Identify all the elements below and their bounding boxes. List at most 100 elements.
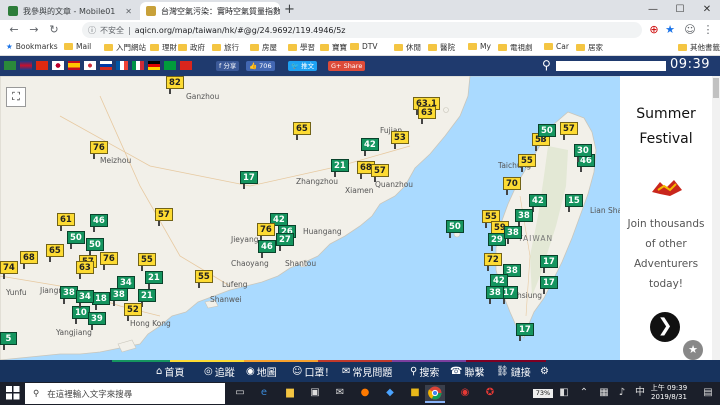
search-icon[interactable]: ⚲ — [542, 58, 551, 72]
bookmark-item[interactable]: 入門網站 — [104, 42, 146, 53]
aqi-station-marker[interactable]: 42 — [529, 194, 547, 212]
back-button[interactable]: ← — [6, 22, 22, 38]
aqi-station-marker[interactable]: 38 — [504, 226, 522, 244]
flag-brazil-icon[interactable] — [164, 61, 176, 70]
taskbar-clock[interactable]: 上午 09:39 2019/8/31 — [649, 384, 689, 402]
nav-follow[interactable]: ◎ 追蹤 — [204, 360, 235, 382]
flag-korea-icon[interactable] — [84, 61, 96, 70]
aqi-station-marker[interactable]: 27 — [276, 233, 294, 251]
bookmark-item[interactable]: 居家 — [576, 42, 603, 53]
aqi-station-marker[interactable]: 21 — [138, 289, 156, 307]
bookmark-item[interactable]: 休閒 — [394, 42, 421, 53]
aqi-station-marker[interactable]: 82 — [166, 76, 184, 94]
translate-icon[interactable]: ⊕ — [646, 22, 662, 38]
aqi-station-marker[interactable]: 76 — [257, 223, 275, 241]
aqi-station-marker[interactable]: 55 — [195, 270, 213, 288]
aqi-station-marker[interactable]: 68 — [20, 251, 38, 269]
advertisement-panel[interactable]: Summer Festival Join thousands of other … — [620, 76, 720, 360]
url-text[interactable]: aqicn.org/map/taiwan/hk/#@g/24.9692/119.… — [135, 26, 346, 35]
aqi-station-marker[interactable]: 15 — [565, 194, 583, 212]
nav-home[interactable]: ⌂ 首頁 — [156, 360, 184, 382]
mail-icon[interactable]: ✉ — [332, 385, 348, 401]
nav-links[interactable]: ⛓ 鏈接 — [496, 360, 531, 382]
menu-icon[interactable]: ⋮ — [700, 22, 716, 38]
aqi-station-marker[interactable]: 53 — [391, 131, 409, 149]
bookmark-item[interactable]: 學習 — [288, 42, 315, 53]
info-icon[interactable]: ⓘ — [88, 25, 96, 36]
task-view-icon[interactable]: ▭ — [232, 385, 248, 401]
nav-search[interactable]: ⚲ 搜索 — [410, 360, 439, 382]
bookmark-item[interactable]: ★ Bookmarks — [6, 42, 58, 51]
taskbar-search-box[interactable]: ⚲ 在這裡輸入文字來搜尋 — [25, 383, 225, 404]
aqi-station-marker[interactable]: 52 — [124, 303, 142, 321]
close-tab-icon[interactable]: ✕ — [119, 7, 132, 16]
aqi-station-marker[interactable]: 46 — [258, 240, 276, 258]
bookmark-item[interactable]: Mail — [64, 42, 91, 51]
bookmark-item[interactable]: My — [468, 42, 491, 51]
bookmark-item[interactable]: 其他書籤 — [678, 42, 720, 53]
bookmark-item[interactable]: DTV — [350, 42, 378, 51]
profile-icon[interactable]: ☺ — [682, 22, 698, 38]
close-window-button[interactable]: ✕ — [694, 0, 720, 20]
aqi-station-marker[interactable]: 18 — [92, 292, 110, 310]
flag-germany-icon[interactable] — [148, 61, 160, 70]
tab-aqicn[interactable]: 台灣空氣污染：實時空氣質量指數地圖 ✕ — [140, 2, 280, 20]
bookmark-item[interactable]: 寶寶 — [320, 42, 347, 53]
aqi-station-marker[interactable]: 63 — [76, 261, 94, 279]
bookmark-item[interactable]: 理財 — [150, 42, 177, 53]
facebook-like-button[interactable]: 👍 706 — [246, 61, 275, 71]
aqi-station-marker[interactable]: 17 — [240, 171, 258, 189]
aqi-map[interactable]: Ganzhou Meizhou Zhangzhou Xiamen Quanzhou Hua… — [0, 76, 620, 360]
aqi-station-marker[interactable]: 74 — [0, 261, 18, 279]
app-icon-2[interactable]: ◆ — [382, 385, 398, 401]
volume-icon[interactable]: ♪ — [614, 385, 630, 401]
flag-france-icon[interactable] — [116, 61, 128, 70]
aqi-station-marker[interactable]: 57 — [560, 122, 578, 140]
bookmark-item[interactable]: 電視劇 — [498, 42, 533, 53]
aqi-station-marker[interactable]: 39 — [88, 312, 106, 330]
tab-mobile01[interactable]: 我參與的文章 - Mobile01 ✕ — [2, 2, 138, 20]
chrome-taskbar-icon[interactable] — [425, 385, 445, 403]
aqi-station-marker[interactable]: 17 — [540, 276, 558, 294]
tweet-button[interactable]: 🐦 推文 — [288, 61, 318, 71]
nav-mask[interactable]: ☺ 口罩！ — [292, 360, 334, 382]
aqi-station-marker[interactable]: 21 — [145, 271, 163, 289]
aqi-station-marker[interactable]: 76 — [90, 141, 108, 159]
page-scrollbar[interactable] — [712, 76, 720, 360]
minimize-button[interactable]: — — [640, 0, 666, 20]
aqi-station-marker[interactable]: 57 — [155, 208, 173, 226]
aqi-station-marker[interactable]: 38 — [110, 288, 128, 306]
ime-icon[interactable]: 中 — [632, 385, 648, 401]
flag-russia-icon[interactable] — [100, 61, 112, 70]
file-explorer-icon[interactable]: ▆ — [282, 385, 298, 401]
flag-china-icon[interactable] — [36, 61, 48, 70]
bookmark-item[interactable]: 旅行 — [212, 42, 239, 53]
aqi-station-marker[interactable]: 46 — [90, 214, 108, 232]
omnibox[interactable]: ⓘ 不安全 | aqicn.org/map/taiwan/hk/#@g/24.9… — [82, 22, 642, 38]
aqi-station-marker[interactable]: 38 — [486, 286, 504, 304]
fullscreen-icon[interactable]: ⛶ — [6, 87, 26, 107]
ad-star-icon[interactable]: ★ — [683, 340, 703, 360]
app-icon-5[interactable]: ✪ — [482, 385, 498, 401]
flag-spain-icon[interactable] — [68, 61, 80, 70]
aqi-station-marker[interactable]: 30 — [574, 144, 592, 162]
aqi-station-marker[interactable]: 65 — [293, 122, 311, 140]
nav-map[interactable]: ◉ 地圖 — [246, 360, 277, 382]
flag-uk-icon[interactable] — [20, 61, 32, 70]
edge-icon[interactable]: e — [256, 385, 272, 401]
tray-up-icon[interactable]: ⌃ — [576, 385, 592, 401]
nav-faq[interactable]: ✉ 常見問題 — [342, 360, 392, 382]
nav-settings[interactable]: ⚙ — [540, 360, 551, 382]
aqi-station-marker[interactable]: 65 — [46, 244, 64, 262]
flag-vietnam-icon[interactable] — [180, 61, 192, 70]
aqi-station-marker[interactable]: 42 — [361, 138, 379, 156]
flag-italy-icon[interactable] — [132, 61, 144, 70]
aqi-station-marker[interactable]: 50 — [86, 238, 104, 256]
forward-button[interactable]: → — [26, 22, 42, 38]
bookmark-item[interactable]: 房屋 — [250, 42, 277, 53]
aqi-station-marker[interactable]: 38 — [515, 209, 533, 227]
app-icon-4[interactable]: ◉ — [457, 385, 473, 401]
notification-icon[interactable]: ▤ — [700, 385, 716, 401]
aqi-station-marker[interactable]: 50 — [67, 231, 85, 249]
new-tab-button[interactable]: + — [284, 2, 295, 17]
